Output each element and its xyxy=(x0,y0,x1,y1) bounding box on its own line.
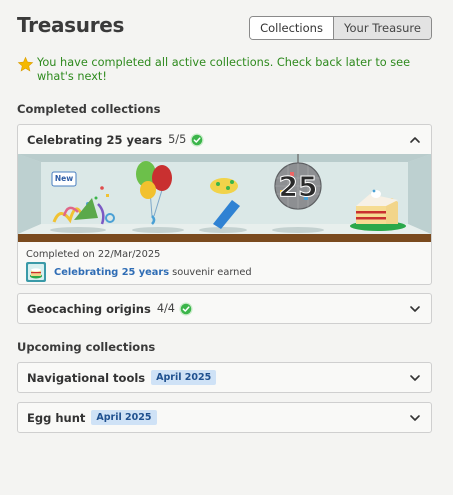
collection-card-egg-hunt[interactable]: Egg hunt April 2025 xyxy=(17,402,432,433)
souvenir-suffix: souvenir earned xyxy=(172,266,252,278)
chevron-down-icon[interactable] xyxy=(409,303,421,315)
chevron-down-icon[interactable] xyxy=(409,372,421,384)
check-circle-icon xyxy=(179,301,193,316)
svg-text:25: 25 xyxy=(279,170,318,203)
upcoming-heading: Upcoming collections xyxy=(17,340,156,354)
collection-card-navigational-tools[interactable]: Navigational tools April 2025 xyxy=(17,362,432,393)
tab-collections[interactable]: Collections xyxy=(250,17,334,39)
collection-title: Navigational tools xyxy=(27,370,146,385)
collection-header-navigational-tools[interactable]: Navigational tools April 2025 xyxy=(18,363,431,392)
tab-your-treasure[interactable]: Your Treasure xyxy=(334,17,431,39)
release-date-badge: April 2025 xyxy=(151,370,217,385)
completed-heading: Completed collections xyxy=(17,102,161,116)
collection-card-geocaching-origins[interactable]: Geocaching origins 4/4 xyxy=(17,293,432,324)
chevron-up-icon[interactable] xyxy=(409,134,421,146)
release-date-badge: April 2025 xyxy=(91,410,157,425)
collection-header-geocaching-origins[interactable]: Geocaching origins 4/4 xyxy=(18,294,431,323)
check-circle-icon xyxy=(190,132,204,147)
star-icon xyxy=(17,56,34,72)
new-badge: New xyxy=(54,174,74,183)
collection-header-celebrating-25[interactable]: Celebrating 25 years 5/5 xyxy=(18,125,431,154)
souvenir-link[interactable]: Celebrating 25 years xyxy=(54,267,169,278)
collection-title: Celebrating 25 years xyxy=(27,132,163,147)
chevron-down-icon[interactable] xyxy=(409,412,421,424)
completion-notice: You have completed all active collection… xyxy=(17,56,427,84)
collection-card-celebrating-25: Celebrating 25 years 5/5 25 New Complete… xyxy=(17,124,432,285)
collection-title: Geocaching origins xyxy=(27,301,151,316)
collection-header-egg-hunt[interactable]: Egg hunt April 2025 xyxy=(18,403,431,432)
page-title: Treasures xyxy=(17,13,125,37)
souvenir-row: Celebrating 25 years souvenir earned xyxy=(26,262,423,282)
view-toggle: Collections Your Treasure xyxy=(249,16,432,40)
banner-illustration: 25 xyxy=(18,154,431,242)
notice-text: You have completed all active collection… xyxy=(37,56,411,83)
souvenir-icon xyxy=(26,262,46,282)
collection-count: 5/5 xyxy=(168,133,187,146)
completion-details: Completed on 22/Mar/2025 Celebrating 25 … xyxy=(18,242,431,288)
collection-title: Egg hunt xyxy=(27,410,86,425)
collection-count: 4/4 xyxy=(156,302,175,315)
collection-banner: 25 New xyxy=(18,154,431,242)
completed-date: Completed on 22/Mar/2025 xyxy=(26,249,161,260)
